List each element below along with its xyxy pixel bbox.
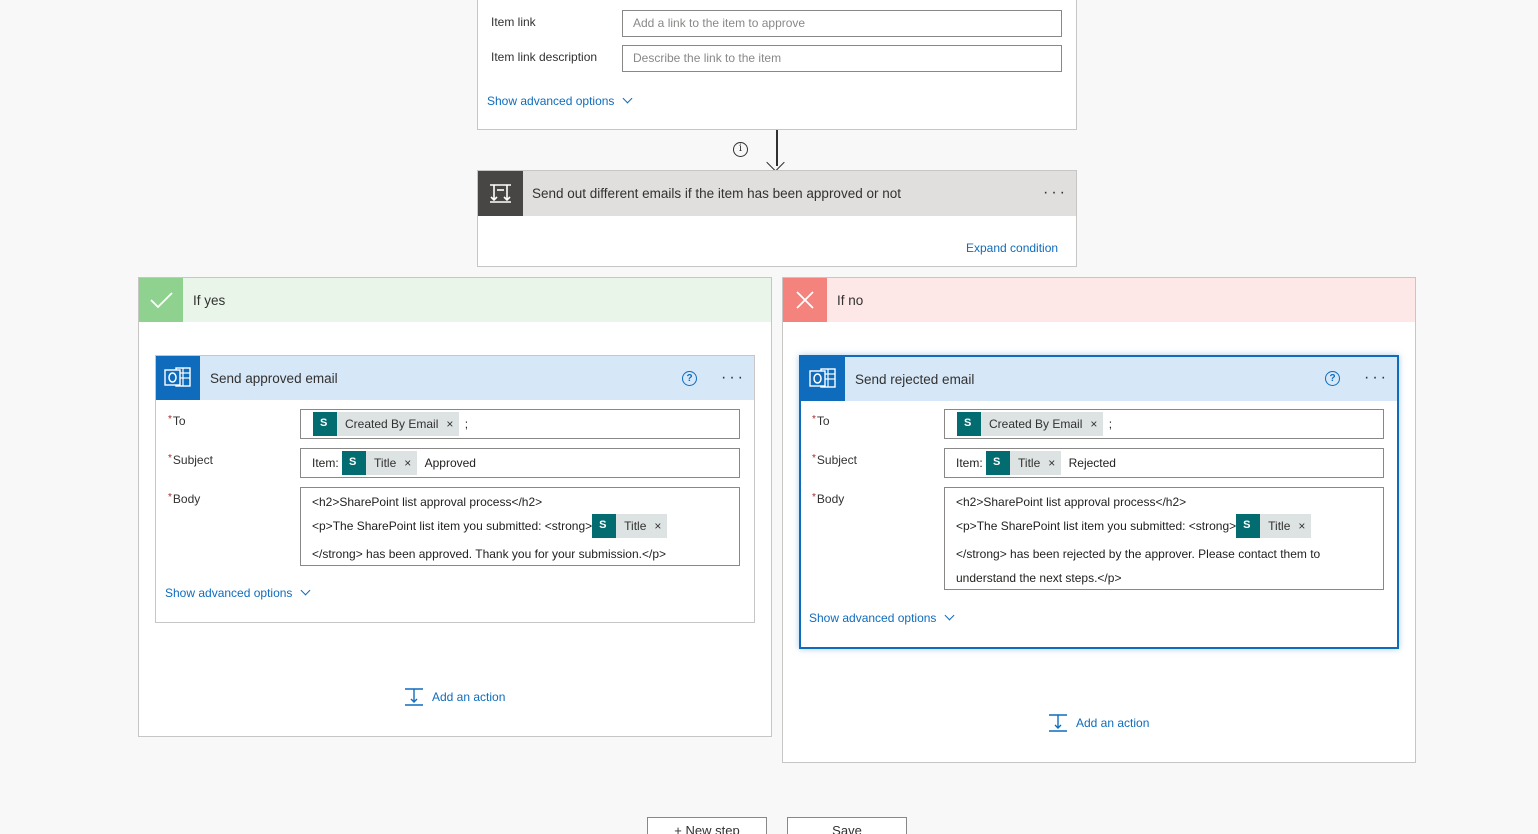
- remove-token-icon[interactable]: ×: [404, 456, 411, 470]
- action-title: Send rejected email: [855, 372, 975, 387]
- new-step-button[interactable]: + New step: [647, 817, 767, 834]
- show-advanced-options-link[interactable]: Show advanced options: [809, 610, 955, 625]
- show-advanced-options-label: Show advanced options: [809, 611, 937, 625]
- item-link-label: Item link: [491, 15, 536, 29]
- add-an-action-button[interactable]: Add an action: [1048, 714, 1149, 732]
- show-advanced-options-link[interactable]: Show advanced options: [165, 585, 311, 600]
- body-field[interactable]: <h2>SharePoint list approval process</h2…: [944, 487, 1384, 590]
- body-line: </strong> has been approved. Thank you f…: [312, 547, 666, 561]
- created-by-email-token[interactable]: Created By Email×: [957, 412, 1104, 436]
- chevron-down-icon: [944, 610, 955, 621]
- if-no-header[interactable]: If no: [783, 278, 1415, 322]
- sharepoint-icon: [342, 451, 367, 475]
- sharepoint-icon: [313, 412, 337, 436]
- expand-condition-link[interactable]: Expand condition: [966, 241, 1058, 255]
- help-icon[interactable]: ?: [1325, 371, 1340, 386]
- send-approved-email-card[interactable]: Send approved email ? ··· *To Created By…: [155, 355, 755, 623]
- sharepoint-icon: [986, 451, 1011, 475]
- send-approved-email-header[interactable]: Send approved email ? ···: [156, 356, 754, 400]
- subject-label: *Subject: [168, 453, 213, 467]
- body-label: *Body: [168, 492, 201, 506]
- body-field[interactable]: <h2>SharePoint list approval process</h2…: [300, 487, 740, 566]
- add-action-icon: [404, 688, 424, 706]
- chevron-down-icon: [622, 93, 633, 104]
- show-advanced-options-label: Show advanced options: [165, 586, 293, 600]
- checkmark-icon: [139, 278, 183, 322]
- body-line: understand the next steps.</p>: [956, 571, 1122, 585]
- condition-card[interactable]: Send out different emails if the item ha…: [477, 170, 1077, 267]
- if-yes-label: If yes: [193, 293, 226, 308]
- arrow-down-icon: [766, 153, 785, 172]
- sharepoint-icon: [957, 412, 981, 436]
- body-label: *Body: [812, 492, 845, 506]
- remove-token-icon[interactable]: ×: [1090, 417, 1097, 431]
- info-icon[interactable]: i: [733, 142, 748, 157]
- outlook-icon: [801, 357, 845, 401]
- send-rejected-email-card[interactable]: Send rejected email ? ··· *To Created By…: [799, 355, 1399, 649]
- help-icon[interactable]: ?: [682, 371, 697, 386]
- condition-icon: [478, 171, 523, 216]
- add-an-action-button[interactable]: Add an action: [404, 688, 505, 706]
- subject-label: *Subject: [812, 453, 857, 467]
- item-link-description-label: Item link description: [491, 50, 598, 64]
- if-yes-branch: If yes Send approved email ? ··· *To Cre…: [138, 277, 772, 737]
- item-link-input[interactable]: Add a link to the item to approve: [622, 10, 1062, 37]
- close-icon: [783, 278, 827, 322]
- save-button[interactable]: Save: [787, 817, 907, 834]
- remove-token-icon[interactable]: ×: [1298, 519, 1305, 533]
- approval-action-card: Item link Add a link to the item to appr…: [477, 0, 1077, 130]
- title-token[interactable]: Title×: [1236, 514, 1312, 538]
- title-token[interactable]: Title×: [986, 451, 1062, 475]
- body-line: <p>The SharePoint list item you submitte…: [312, 514, 668, 538]
- body-line: <p>The SharePoint list item you submitte…: [956, 514, 1312, 538]
- remove-token-icon[interactable]: ×: [1048, 456, 1055, 470]
- show-advanced-options-link[interactable]: Show advanced options: [487, 93, 633, 108]
- more-options-icon[interactable]: ···: [721, 370, 746, 386]
- action-title: Send approved email: [210, 371, 338, 386]
- more-options-icon[interactable]: ···: [1043, 185, 1068, 201]
- remove-token-icon[interactable]: ×: [446, 417, 453, 431]
- condition-title: Send out different emails if the item ha…: [532, 186, 901, 201]
- created-by-email-token[interactable]: Created By Email×: [313, 412, 460, 436]
- send-rejected-email-header[interactable]: Send rejected email ? ···: [801, 357, 1397, 401]
- subject-field[interactable]: Item: Title× Rejected: [944, 448, 1384, 478]
- outlook-icon: [156, 356, 200, 400]
- if-yes-header[interactable]: If yes: [139, 278, 771, 322]
- chevron-down-icon: [300, 585, 311, 596]
- body-line: </strong> has been rejected by the appro…: [956, 547, 1321, 561]
- to-label: *To: [812, 414, 830, 428]
- if-no-branch: If no Send rejected email ? ··· *To Crea…: [782, 277, 1416, 763]
- sharepoint-icon: [1236, 514, 1261, 538]
- body-line: <h2>SharePoint list approval process</h2…: [312, 495, 543, 509]
- if-no-label: If no: [837, 293, 864, 308]
- more-options-icon[interactable]: ···: [1364, 370, 1389, 386]
- condition-header[interactable]: Send out different emails if the item ha…: [478, 171, 1076, 216]
- to-field[interactable]: Created By Email× ;: [944, 409, 1384, 439]
- body-line: <h2>SharePoint list approval process</h2…: [956, 495, 1187, 509]
- title-token[interactable]: Title×: [592, 514, 668, 538]
- sharepoint-icon: [592, 514, 617, 538]
- add-action-icon: [1048, 714, 1068, 732]
- remove-token-icon[interactable]: ×: [654, 519, 661, 533]
- show-advanced-options-label: Show advanced options: [487, 94, 615, 108]
- subject-field[interactable]: Item: Title× Approved: [300, 448, 740, 478]
- title-token[interactable]: Title×: [342, 451, 418, 475]
- to-label: *To: [168, 414, 186, 428]
- item-link-description-input[interactable]: Describe the link to the item: [622, 45, 1062, 72]
- to-field[interactable]: Created By Email× ;: [300, 409, 740, 439]
